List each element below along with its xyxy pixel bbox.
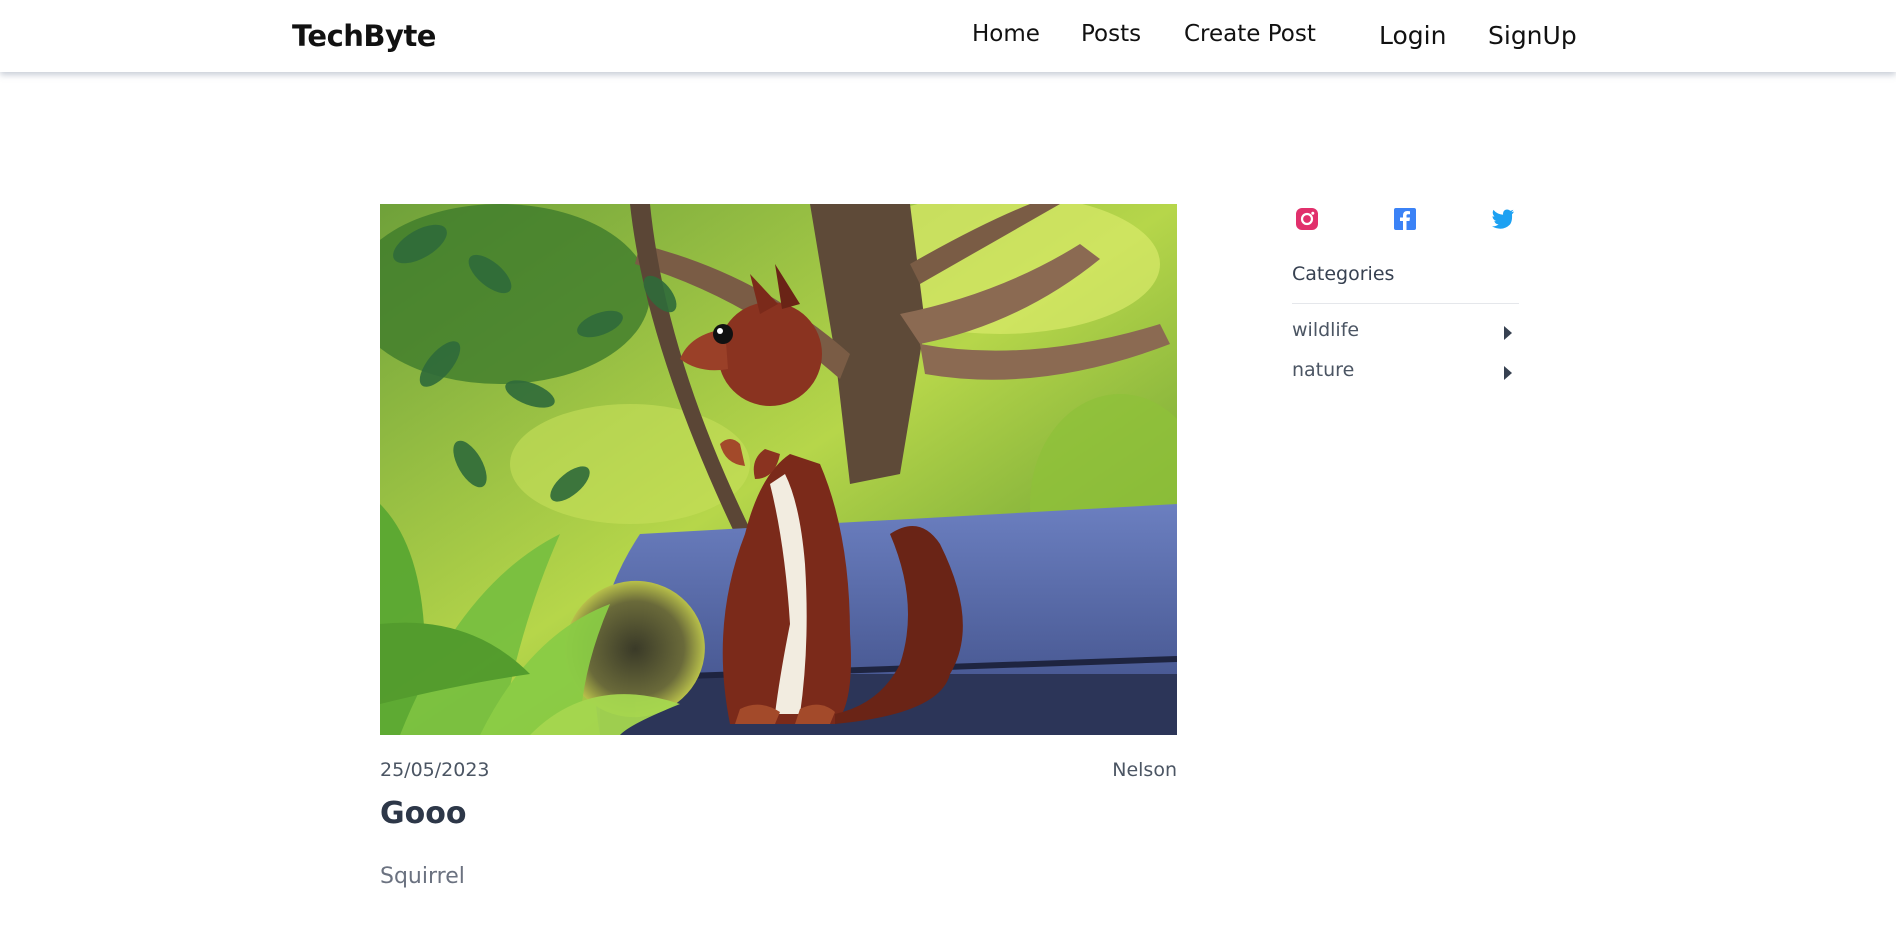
category-item-nature[interactable]: nature	[1292, 359, 1519, 389]
nav-create-post[interactable]: Create Post	[1184, 21, 1316, 47]
post-title: Gooo	[380, 796, 467, 831]
post-body: Squirrel	[380, 864, 465, 889]
nav-home[interactable]: Home	[972, 21, 1040, 47]
navbar: TechByte Home Posts Create Post Login Si…	[0, 0, 1896, 72]
brand-logo[interactable]: TechByte	[292, 19, 436, 53]
twitter-icon[interactable]	[1491, 207, 1515, 231]
facebook-icon[interactable]	[1393, 207, 1417, 231]
post-image	[380, 204, 1177, 735]
post-date: 25/05/2023	[380, 759, 490, 781]
chevron-right-icon	[1503, 325, 1513, 345]
category-item-wildlife[interactable]: wildlife	[1292, 319, 1519, 349]
category-label: nature	[1292, 359, 1355, 381]
chevron-right-icon	[1503, 365, 1513, 385]
nav-signup[interactable]: SignUp	[1488, 21, 1577, 50]
categories-divider	[1292, 303, 1519, 304]
post-author: Nelson	[1112, 759, 1177, 781]
category-label: wildlife	[1292, 319, 1360, 341]
categories-heading: Categories	[1292, 263, 1395, 285]
nav-posts[interactable]: Posts	[1081, 21, 1141, 47]
instagram-icon[interactable]	[1295, 207, 1319, 231]
nav-login[interactable]: Login	[1379, 21, 1446, 50]
